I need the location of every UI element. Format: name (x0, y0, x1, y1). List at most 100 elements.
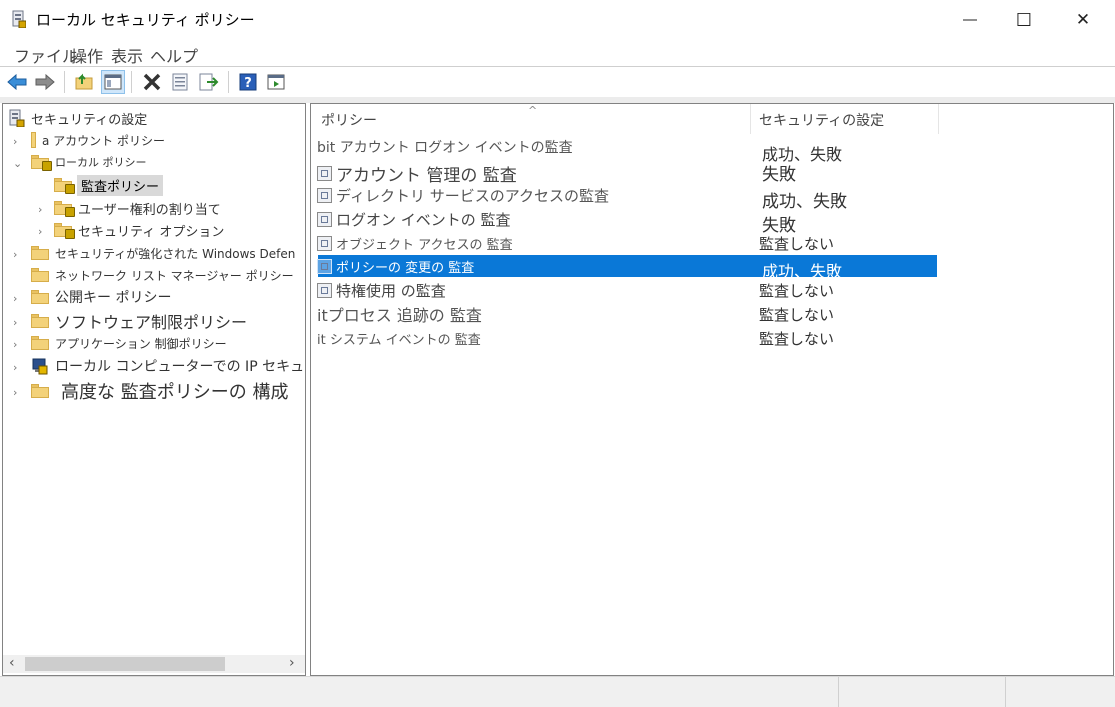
show-tree-icon[interactable] (101, 70, 125, 94)
policy-icon (317, 258, 332, 274)
up-folder-icon[interactable] (72, 70, 96, 94)
folder-icon (31, 314, 49, 328)
folder-icon (31, 132, 36, 148)
column-divider (750, 104, 751, 134)
policy-icon (317, 187, 332, 203)
row-setting-value: 監査しない (759, 306, 835, 324)
table-row[interactable]: bit アカウント ログオン イベントの監査 (317, 136, 573, 158)
tree-item-label: a アカウント ポリシー (42, 133, 165, 148)
table-row[interactable]: it システム イベントの 監査 (317, 327, 481, 349)
console-tree[interactable]: セキュリティの設定 › a アカウント ポリシー ⌄ ローカル ポリシー 監査ポ… (2, 103, 306, 676)
column-divider (938, 104, 939, 134)
tree-item-label: 高度な 監査ポリシーの 構成 (61, 382, 289, 403)
folder-icon (31, 268, 49, 282)
chevron-right-icon[interactable]: › (38, 225, 48, 238)
status-divider (838, 677, 839, 707)
tree-item-label: 監査ポリシー (77, 174, 164, 196)
table-row[interactable]: itプロセス 追跡の 監査 (317, 303, 482, 325)
row-setting-value: 失敗 (762, 165, 796, 185)
minimize-icon: ― (963, 12, 977, 28)
tree-item-audit-policy[interactable]: 監査ポリシー (54, 174, 164, 196)
security-policy-app-icon (12, 10, 27, 29)
tree-item-label: ソフトウェア制限ポリシー (55, 313, 248, 332)
row-setting-value: 監査しない (759, 235, 835, 253)
chevron-right-icon[interactable]: › (13, 338, 23, 351)
tree-item-label: セキュリティが強化された Windows Defen (55, 246, 296, 261)
tree-item-label: アプリケーション 制御ポリシー (55, 336, 227, 351)
table-row[interactable]: ログオン イベントの 監査 (317, 208, 511, 230)
column-header-security-setting[interactable]: セキュリティの設定 (759, 110, 884, 130)
row-setting-value: 成功、失敗 (762, 192, 847, 212)
chevron-right-icon[interactable]: › (13, 316, 23, 329)
table-row-selected[interactable]: ポリシーの 変更の 監査 (317, 255, 474, 277)
policy-icon (317, 282, 332, 298)
table-row[interactable]: ディレクトリ サービスのアクセスの監査 (317, 184, 609, 206)
tree-item-network-list-manager[interactable]: ネットワーク リスト マネージャー ポリシー (31, 264, 294, 286)
close-button[interactable]: ✕ (1060, 0, 1106, 40)
policy-icon (317, 211, 332, 227)
row-policy-name: アカウント 管理の 監査 (336, 165, 517, 186)
properties-icon[interactable] (168, 70, 192, 94)
tree-item-advanced-audit[interactable]: 高度な 監査ポリシーの 構成 (31, 380, 289, 403)
tree-item-ip-security[interactable]: ローカル コンピューターでの IP セキュリティ ポリシー (31, 355, 305, 377)
scroll-right-arrow-icon[interactable]: › (289, 655, 295, 671)
export-list-icon[interactable] (197, 70, 221, 94)
policy-icon (317, 235, 332, 251)
menu-action[interactable]: 操作 (71, 43, 103, 67)
delete-icon[interactable] (140, 70, 164, 94)
row-policy-name: itプロセス 追跡の 監査 (317, 306, 482, 325)
chevron-down-icon[interactable]: ⌄ (13, 157, 23, 170)
tree-root[interactable]: セキュリティの設定 (9, 107, 147, 129)
tree-item-local-policy[interactable]: ローカル ポリシー (31, 151, 147, 173)
folder-lock-icon (31, 155, 52, 171)
tree-item-security-options[interactable]: セキュリティ オプション (54, 219, 224, 241)
back-arrow-icon[interactable] (5, 70, 29, 94)
chevron-right-icon[interactable]: › (13, 292, 23, 305)
folder-lock-icon (54, 223, 75, 239)
window-title: ローカル セキュリティ ポリシー (36, 11, 255, 29)
table-row[interactable]: アカウント 管理の 監査 (317, 162, 517, 186)
tree-item-public-key-policy[interactable]: 公開キー ポリシー (31, 286, 171, 308)
chevron-right-icon[interactable]: › (13, 361, 23, 374)
maximize-button[interactable]: ☐ (1001, 0, 1047, 40)
folder-icon (31, 384, 49, 398)
row-policy-name: ディレクトリ サービスのアクセスの監査 (336, 186, 609, 205)
column-header-policy[interactable]: ポリシー (321, 110, 377, 130)
show-action-pane-icon[interactable] (264, 70, 288, 94)
help-icon[interactable]: ? (236, 70, 260, 94)
toolbar-divider (64, 71, 65, 93)
chevron-right-icon[interactable]: › (13, 135, 23, 148)
menu-view[interactable]: 表示 (111, 43, 143, 67)
row-policy-name: オブジェクト アクセスの 監査 (336, 237, 513, 253)
menu-bar: ファイル 操作 表示 ヘルプ (0, 40, 1115, 66)
folder-icon (31, 246, 49, 260)
row-setting-value: 監査しない (759, 282, 835, 300)
menu-help[interactable]: ヘルプ (150, 43, 198, 67)
minimize-button[interactable]: ― (947, 0, 993, 40)
forward-arrow-icon[interactable] (33, 70, 57, 94)
close-icon: ✕ (1075, 10, 1091, 30)
row-setting-value: 成功、失敗 (762, 262, 843, 281)
scroll-left-arrow-icon[interactable]: ‹ (9, 655, 15, 671)
chevron-right-icon[interactable]: › (38, 203, 48, 216)
row-setting-value: 監査しない (759, 330, 835, 348)
tree-item-label: 公開キー ポリシー (55, 290, 172, 306)
table-row[interactable]: 特権使用 の監査 (317, 279, 446, 301)
horizontal-scrollbar[interactable]: ‹ › (3, 655, 305, 673)
chevron-right-icon[interactable]: › (13, 386, 23, 399)
scrollbar-thumb[interactable] (25, 657, 225, 671)
tree-item-windows-defender-firewall[interactable]: セキュリティが強化された Windows Defen (31, 242, 295, 264)
table-row[interactable]: オブジェクト アクセスの 監査 (317, 232, 513, 254)
tree-item-label: ローカル コンピューターでの IP セキュリティ ポリシー (55, 359, 305, 375)
policy-list-view[interactable]: ^ ポリシー セキュリティの設定 bit アカウント ログオン イベントの監査 … (310, 103, 1114, 676)
tree-item-user-rights[interactable]: ユーザー権利の割り当て (54, 197, 221, 219)
menu-file[interactable]: ファイル (14, 43, 78, 67)
tree-item-label: ユーザー権利の割り当て (78, 202, 221, 218)
tree-item-software-restriction[interactable]: ソフトウェア制限ポリシー (31, 310, 247, 332)
chevron-right-icon[interactable]: › (13, 248, 23, 261)
maximize-icon: ☐ (1015, 9, 1033, 31)
toolbar: ? (0, 67, 1115, 97)
tree-item-application-control[interactable]: アプリケーション 制御ポリシー (31, 332, 227, 354)
tree-item-account-policy[interactable]: a アカウント ポリシー (31, 129, 165, 151)
toolbar-divider (131, 71, 132, 93)
